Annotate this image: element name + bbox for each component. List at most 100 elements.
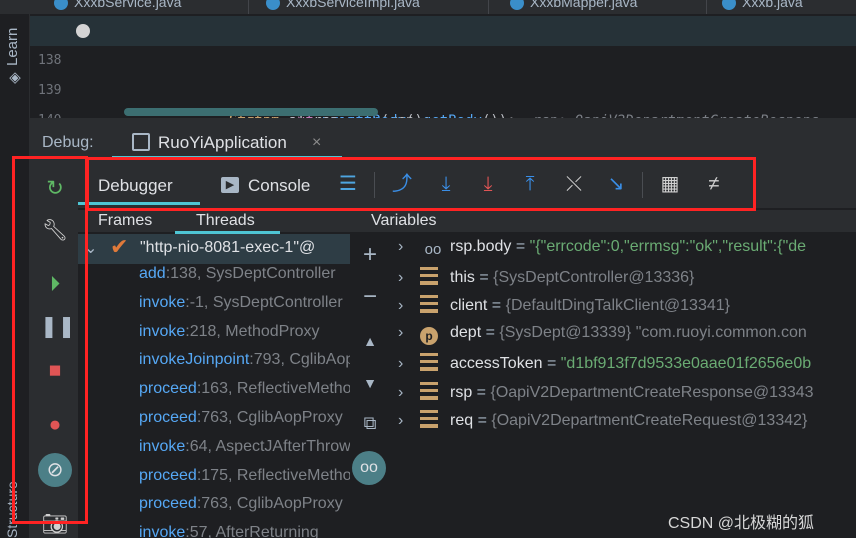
frame-location: :793, CglibAop bbox=[249, 351, 350, 369]
copy-icon[interactable]: ⧉ bbox=[357, 410, 383, 436]
editor-tab-0[interactable]: XxxbService.java bbox=[54, 0, 181, 14]
frame-row[interactable]: invoke:218, MethodProxy bbox=[139, 323, 350, 351]
chevron-right-icon[interactable]: › bbox=[398, 412, 420, 430]
close-icon[interactable]: × bbox=[312, 134, 321, 152]
frame-method: add bbox=[139, 265, 166, 282]
frame-method: invoke bbox=[139, 437, 186, 455]
variable-value: {DefaultDingTalkClient@13341} bbox=[505, 297, 730, 315]
field-icon bbox=[420, 381, 438, 400]
chevron-right-icon[interactable]: › bbox=[398, 324, 420, 342]
panel-header-row bbox=[78, 210, 856, 232]
frame-row[interactable]: add:138, SysDeptController bbox=[139, 265, 350, 293]
move-down-icon[interactable]: ▼ bbox=[357, 370, 383, 396]
variable-name: this bbox=[450, 268, 475, 286]
variable-value: {SysDeptController@13336} bbox=[493, 268, 695, 286]
annotation-box-left bbox=[12, 156, 88, 524]
frame-location: :175, ReflectiveMethod bbox=[196, 466, 350, 484]
tab-frames[interactable]: Frames bbox=[98, 212, 152, 232]
variable-value: {SysDept@13339} "com.ruoyi.common.con bbox=[499, 324, 807, 342]
frame-location: :-1, SysDeptController bbox=[185, 293, 343, 311]
chevron-right-icon[interactable]: › bbox=[398, 297, 420, 315]
thread-check-icon: ✔ bbox=[110, 234, 129, 259]
code-line-139: 139 String s1=rsp.getBody(); bbox=[30, 46, 856, 118]
variable-row[interactable]: › oo rsp.body = "{"errcode":0,"errmsg":"ok… bbox=[398, 238, 856, 266]
annotation-box-toolbar bbox=[86, 157, 756, 211]
frame-row[interactable]: invoke:57, AfterReturning bbox=[139, 524, 350, 538]
remove-watch-icon[interactable]: − bbox=[357, 284, 383, 310]
frame-row[interactable]: invokeJoinpoint:793, CglibAop bbox=[139, 351, 350, 379]
frame-row[interactable]: proceed:175, ReflectiveMethod bbox=[139, 467, 350, 495]
frame-row[interactable]: proceed:763, CglibAopProxy bbox=[139, 495, 350, 523]
variables-title: Variables bbox=[371, 212, 437, 229]
frame-location: :163, ReflectiveMethod bbox=[196, 380, 350, 398]
editor-tab-bar: XxxbService.java XxxbServiceImpl.java Xx… bbox=[0, 0, 856, 14]
chevron-right-icon[interactable]: › bbox=[398, 355, 420, 373]
frame-method: proceed bbox=[139, 495, 197, 513]
variable-equals: = bbox=[542, 354, 561, 372]
frame-row[interactable]: proceed:163, ReflectiveMethod bbox=[139, 380, 350, 408]
frame-method: invoke bbox=[139, 524, 186, 538]
variable-equals: = bbox=[474, 268, 494, 286]
debug-session-label: RuoYiApplication bbox=[158, 133, 287, 152]
variable-value: {OapiV2DepartmentCreateResponse@13343 bbox=[490, 383, 814, 401]
variable-value: "{"errcode":0,"errmsg":"ok","result":{"d… bbox=[529, 238, 807, 255]
frame-location: :138, SysDeptController bbox=[165, 265, 336, 282]
code-line-140: 140 dept.setDdDeptId(Long.valueOf(s1.sub… bbox=[30, 76, 856, 118]
variable-equals: = bbox=[487, 297, 506, 315]
field-icon bbox=[420, 266, 438, 285]
java-class-icon bbox=[722, 0, 736, 11]
frame-row[interactable]: proceed:763, CglibAopProxy bbox=[139, 409, 350, 437]
tab-threads[interactable]: Threads bbox=[196, 212, 255, 232]
frame-location: :763, CglibAopProxy bbox=[196, 409, 343, 426]
show-watches-icon[interactable]: oo bbox=[352, 451, 386, 485]
editor-tab-1[interactable]: XxxbServiceImpl.java bbox=[266, 0, 420, 14]
variable-row[interactable]: › rsp = {OapiV2DepartmentCreateResponse@1… bbox=[398, 381, 856, 410]
field-icon bbox=[420, 410, 438, 429]
thread-name: "http-nio-8081-exec-1"@ bbox=[140, 239, 316, 256]
variable-name: rsp bbox=[450, 383, 473, 401]
variable-name: client bbox=[450, 297, 488, 315]
field-icon bbox=[420, 352, 438, 371]
learn-tool-label[interactable]: Learn bbox=[4, 20, 26, 66]
frame-method: proceed bbox=[139, 380, 197, 398]
frame-method: invokeJoinpoint bbox=[139, 351, 250, 369]
variable-name: dept bbox=[450, 324, 482, 342]
move-up-icon[interactable]: ▲ bbox=[357, 328, 383, 354]
frame-location: :57, AfterReturning bbox=[185, 524, 319, 538]
variable-row[interactable]: › p dept = {SysDept@13339} "com.ruoyi.comm… bbox=[398, 324, 856, 352]
chevron-right-icon[interactable]: › bbox=[398, 269, 420, 287]
variable-name: req bbox=[450, 412, 474, 430]
field-icon bbox=[420, 295, 438, 314]
variable-row[interactable]: › accessToken = "d1bf913f7d9533e0aae01f26… bbox=[398, 352, 856, 381]
frame-method: proceed bbox=[139, 409, 197, 426]
variable-value: "d1bf913f7d9533e0aae01f2656e0b bbox=[560, 354, 812, 372]
protected-field-icon: p bbox=[420, 327, 438, 346]
breakpoint-icon[interactable] bbox=[76, 24, 90, 38]
java-class-icon bbox=[54, 0, 68, 11]
variable-equals: = bbox=[511, 238, 530, 255]
variable-equals: = bbox=[472, 383, 491, 401]
frame-location: :218, MethodProxy bbox=[185, 322, 320, 340]
frame-row[interactable]: invoke:64, AspectJAfterThrowing bbox=[139, 438, 350, 466]
chevron-right-icon[interactable]: › bbox=[398, 384, 420, 402]
add-watch-icon[interactable]: + bbox=[357, 242, 383, 268]
debug-title: Debug: bbox=[42, 134, 94, 151]
horizontal-scrollbar[interactable] bbox=[124, 108, 378, 116]
variable-name: accessToken bbox=[450, 354, 543, 372]
java-interface-icon bbox=[510, 0, 524, 11]
frame-location: :64, AspectJAfterThrowing bbox=[185, 437, 350, 455]
watch-icon: oo bbox=[424, 241, 442, 258]
variable-row[interactable]: › req = {OapiV2DepartmentCreateRequest@13… bbox=[398, 410, 856, 438]
variable-row[interactable]: › client = {DefaultDingTalkClient@13341} bbox=[398, 295, 856, 323]
code-line-138: 138 System.out.println(rsp.getBody()); r… bbox=[30, 16, 856, 118]
learn-icon[interactable]: ◈ bbox=[6, 68, 24, 86]
editor-tab-2[interactable]: XxxbMapper.java bbox=[510, 0, 637, 14]
variable-row[interactable]: › this = {SysDeptController@13336} bbox=[398, 266, 856, 295]
frame-row[interactable]: invoke:-1, SysDeptController bbox=[139, 294, 350, 322]
editor-tab-3[interactable]: Xxxb.java bbox=[722, 0, 803, 14]
code-editor[interactable]: 138 System.out.println(rsp.getBody()); r… bbox=[30, 14, 856, 118]
chevron-right-icon[interactable]: › bbox=[398, 238, 420, 256]
frame-method: invoke bbox=[139, 293, 186, 311]
frame-method: invoke bbox=[139, 322, 186, 340]
variable-equals: = bbox=[481, 324, 500, 342]
